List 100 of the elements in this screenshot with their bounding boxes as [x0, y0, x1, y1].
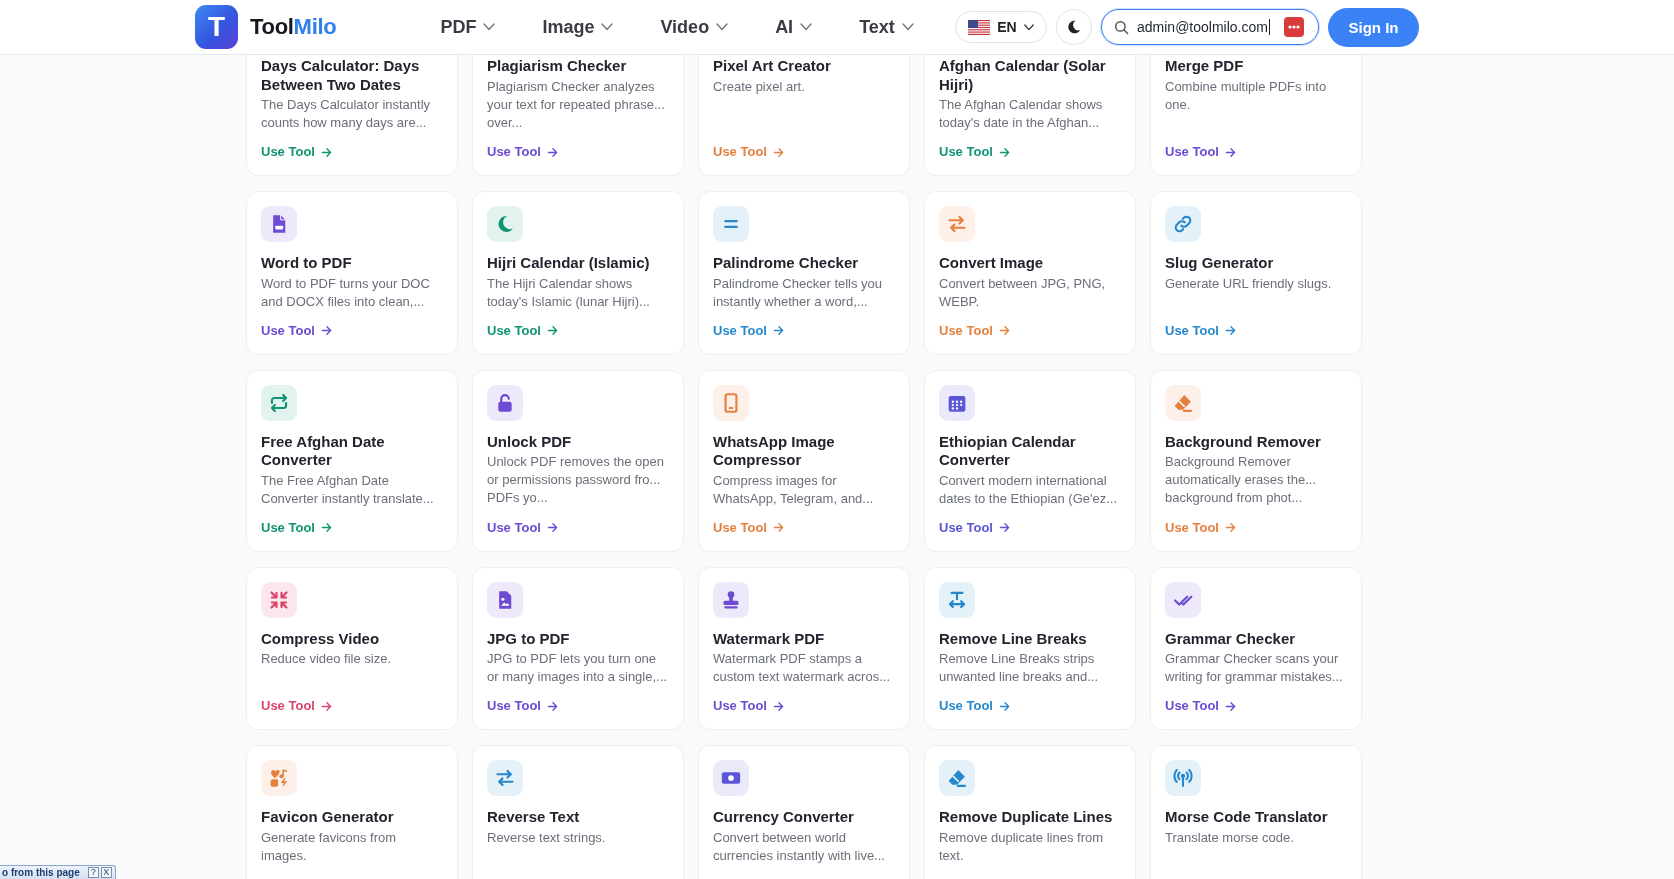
shapes-icon — [261, 760, 297, 796]
bar-button[interactable]: X — [100, 867, 112, 878]
file-icon — [261, 206, 297, 242]
tool-title: Days Calculator: Days Between Two Dates — [261, 57, 421, 94]
nav-menu-button[interactable]: Video — [660, 16, 729, 38]
tool-card[interactable]: Convert Image Convert between JPG, PNG, WEBP. Use Tool — [924, 191, 1136, 355]
tool-card[interactable]: Free Afghan Date Converter The Free Afghan Date Converter instantly translate... Use Tool — [246, 369, 458, 552]
arrow-icon — [772, 522, 784, 533]
tool-description: Plagiarism Checker analyzes your text for repeated phrase... over... — [487, 77, 666, 132]
sign-in-button[interactable]: Sign In — [1328, 7, 1419, 47]
tool-title: Word to PDF — [261, 254, 353, 273]
tool-card[interactable]: Background Remover Background Remover automatically erases the... background from phot... Use Tool — [1150, 369, 1362, 552]
tool-description: Convert between world currencies instantly with live... — [713, 828, 886, 865]
tool-card[interactable]: Unlock PDF Unlock PDF removes the open or permissions password fro... PDFs yo... Use Tool — [472, 369, 684, 552]
tool-card[interactable]: JPG to PDF JPG to PDF lets you turn one or many images into a single,... Use Tool — [472, 566, 684, 730]
caret-icon — [901, 23, 914, 31]
arrow-icon — [998, 700, 1010, 712]
tool-card[interactable]: Slug Generator Generate URL friendly slugs. Use Tool — [1150, 191, 1362, 355]
use-tool-link[interactable]: Use Tool — [261, 310, 332, 340]
tool-title: WhatsApp Image Compressor — [713, 432, 836, 470]
arrow-icon — [546, 522, 558, 533]
tool-description: Generate favicons from images. — [261, 828, 398, 865]
tool-card[interactable]: WhatsApp Image Compressor Compress images for WhatsApp, Telegram, and... Use Tool — [698, 369, 910, 552]
language-button[interactable]: EN — [955, 11, 1047, 43]
tool-description: The Hijri Calendar shows today's Islamic (lunar Hijri)... — [487, 274, 651, 311]
tool-description: Translate morse code. — [1165, 828, 1295, 847]
use-tool-link[interactable]: Use Tool — [487, 132, 558, 161]
nav-menu-button[interactable]: Text — [859, 16, 914, 38]
tool-title: Hijri Calendar (Islamic) — [487, 254, 651, 273]
swap-arrows-icon — [939, 206, 975, 242]
tool-card[interactable]: Word to PDF Word to PDF turns your DOC and DOCX files into clean,... Use Tool — [246, 191, 458, 355]
tool-card[interactable]: Morse Code Translator Translate morse code. — [1150, 745, 1362, 879]
tool-card[interactable]: Remove Duplicate Lines Remove duplicate lines from text. — [924, 745, 1136, 879]
brand-name[interactable]: ToolMilo — [250, 14, 337, 40]
use-tool-link[interactable]: Use Tool — [939, 686, 1010, 715]
use-tool-link[interactable]: Use Tool — [261, 507, 332, 537]
use-tool-link[interactable]: Use Tool — [713, 686, 784, 715]
tool-description: Palindrome Checker tells you instantly whether a word,... — [713, 274, 884, 311]
tool-card[interactable]: Watermark PDF Watermark PDF stamps a custom text watermark acros... Use Tool — [698, 566, 910, 730]
image-file-icon — [487, 581, 523, 618]
arrow-icon — [546, 325, 558, 336]
nav-menu-button[interactable]: Image — [542, 16, 614, 38]
tool-card[interactable]: Favicon Generator Generate favicons from images. — [246, 745, 458, 879]
tool-card[interactable]: Merge PDF Combine multiple PDFs into one. Use Tool — [1150, 55, 1362, 176]
arrow-icon — [320, 325, 332, 336]
use-tool-link[interactable]: Use Tool — [487, 507, 558, 537]
phone-icon — [713, 384, 749, 421]
use-tool-link[interactable]: Use Tool — [713, 310, 784, 340]
arrow-icon — [1224, 146, 1236, 158]
use-tool-link[interactable]: Use Tool — [261, 686, 332, 715]
tool-title: Pixel Art Creator — [713, 57, 832, 76]
theme-toggle-button[interactable] — [1056, 9, 1092, 45]
tool-title: Ethiopian Calendar Converter — [939, 432, 1077, 470]
tool-description: Unlock PDF removes the open or permissions password fro... PDFs yo... — [487, 453, 666, 507]
tool-description: Compress images for WhatsApp, Telegram, and... — [713, 471, 875, 508]
tool-description: Grammar Checker scans your writing for grammar mistakes... — [1165, 650, 1344, 686]
tool-card[interactable]: Grammar Checker Grammar Checker scans your writing for grammar mistakes... Use Tool — [1150, 566, 1362, 730]
nav-menu-button[interactable]: PDF — [440, 16, 496, 38]
logo-mark[interactable]: T — [195, 5, 238, 49]
tool-title: Remove Duplicate Lines — [939, 808, 1114, 827]
tool-description: JPG to PDF lets you turn one or many images into a single,... — [487, 650, 668, 686]
use-tool-link[interactable]: Use Tool — [1165, 132, 1236, 161]
tool-card[interactable]: Remove Line Breaks Remove Line Breaks strips unwanted line breaks and... Use Tool — [924, 566, 1136, 730]
use-tool-link[interactable]: Use Tool — [1165, 310, 1236, 340]
tool-card[interactable]: Ethiopian Calendar Converter Convert modern international dates to the Ethiopian (Ge'ez... Use Tool — [924, 369, 1136, 552]
tool-title: Plagiarism Checker — [487, 57, 628, 76]
nav-menu-button[interactable]: AI — [775, 16, 813, 38]
tool-title: Remove Line Breaks — [939, 629, 1088, 648]
compress-arrows-icon — [261, 581, 297, 618]
search-field[interactable]: admin@toolmilo.com — [1101, 9, 1319, 45]
tool-description: Watermark PDF stamps a custom text watermark acros... — [713, 650, 891, 686]
flag-icon — [968, 19, 991, 35]
tool-description: Word to PDF turns your DOC and DOCX files into clean,... — [261, 274, 431, 311]
use-tool-link[interactable]: Use Tool — [1165, 686, 1236, 715]
use-tool-link[interactable]: Use Tool — [261, 132, 332, 161]
use-tool-link[interactable]: Use Tool — [939, 132, 1010, 161]
tool-card[interactable]: Afghan Calendar (Solar Hijri) The Afghan Calendar shows today's date in the Afghan... Use Tool — [924, 55, 1136, 176]
arrow-icon — [546, 700, 558, 712]
tool-title: Currency Converter — [713, 808, 855, 827]
arrow-icon — [320, 522, 332, 533]
use-tool-link[interactable]: Use Tool — [487, 310, 558, 340]
tool-card[interactable]: Days Calculator: Days Between Two Dates The Days Calculator instantly counts how many days are... Use Tool — [246, 55, 458, 176]
use-tool-link[interactable]: Use Tool — [487, 686, 558, 715]
tool-card[interactable]: Palindrome Checker Palindrome Checker tells you instantly whether a word,... Use Tool — [698, 191, 910, 355]
use-tool-link[interactable]: Use Tool — [939, 507, 1010, 537]
tool-title: Unlock PDF — [487, 432, 573, 451]
tool-card[interactable]: Reverse Text Reverse text strings. — [472, 745, 684, 879]
tool-card[interactable]: Hijri Calendar (Islamic) The Hijri Calendar shows today's Islamic (lunar Hijri)... Use Tool — [472, 191, 684, 355]
tool-card[interactable]: Plagiarism Checker Plagiarism Checker analyzes your text for repeated phrase... over... Use Tool — [472, 55, 684, 176]
antenna-icon — [1165, 760, 1201, 796]
tool-description: Convert modern international dates to the Ethiopian (Ge'ez... — [939, 471, 1119, 508]
tool-card[interactable]: Pixel Art Creator Create pixel art. Use Tool — [698, 55, 910, 176]
arrow-icon — [772, 146, 784, 158]
bar-button[interactable]: ? — [87, 867, 99, 878]
tool-card[interactable]: Compress Video Reduce video file size. Use Tool — [246, 566, 458, 730]
dots-badge-icon[interactable] — [1284, 17, 1304, 37]
tool-card[interactable]: Currency Converter Convert between world currencies instantly with live... — [698, 745, 910, 879]
tool-description: Reverse text strings. — [487, 828, 607, 847]
swap-arrows-icon — [487, 760, 523, 796]
eraser-icon — [1165, 384, 1201, 421]
